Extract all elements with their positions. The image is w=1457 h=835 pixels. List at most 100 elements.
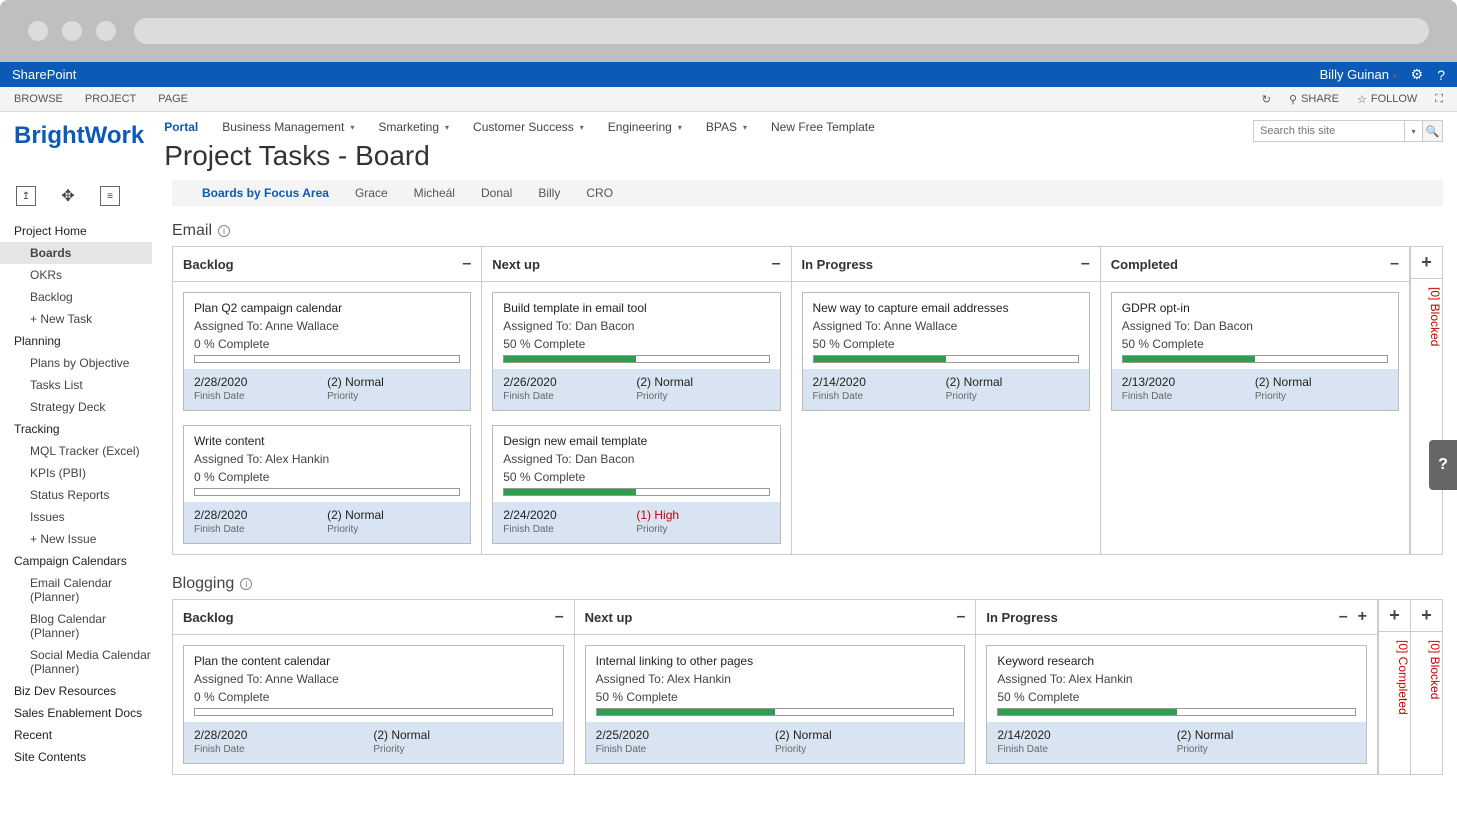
board-tab[interactable]: Boards by Focus Area (202, 186, 329, 200)
collapse-icon[interactable]: – (1390, 255, 1399, 273)
board-tab[interactable]: Micheál (414, 186, 455, 200)
task-card[interactable]: Keyword researchAssigned To: Alex Hankin… (986, 645, 1367, 764)
search-button[interactable]: 🔍 (1422, 121, 1442, 141)
upload-icon[interactable]: ↥ (16, 186, 36, 206)
sync-icon[interactable]: ↻ (1262, 93, 1271, 106)
header: BrightWork Portal Business Management▾ Sma… (0, 112, 1457, 180)
nav-item[interactable]: New Free Template (771, 120, 875, 134)
sidebar-group[interactable]: Biz Dev Resources (14, 680, 152, 702)
sidebar-item[interactable]: Backlog (14, 286, 152, 308)
ribbon-tab-browse[interactable]: BROWSE (14, 87, 63, 111)
info-icon[interactable]: i (218, 225, 230, 237)
help-side-tab[interactable]: ? (1429, 440, 1457, 490)
doc-icon[interactable]: ≡ (100, 186, 120, 206)
search-scope-dropdown[interactable]: ▾ (1404, 121, 1422, 141)
ribbon-tab-project[interactable]: PROJECT (85, 87, 136, 111)
task-card[interactable]: Write contentAssigned To: Alex Hankin0 %… (183, 425, 471, 544)
board-tab[interactable]: CRO (586, 186, 613, 200)
task-card[interactable]: Build template in email toolAssigned To:… (492, 292, 780, 411)
sidebar-group[interactable]: Project Home (14, 220, 152, 242)
board-column: Next up – Build template in email toolAssi… (482, 247, 791, 554)
window-dot[interactable] (28, 21, 48, 41)
sharepoint-brand[interactable]: SharePoint (12, 67, 76, 82)
sidebar-item[interactable]: Strategy Deck (14, 396, 152, 418)
sidebar-item[interactable]: + New Task (14, 308, 152, 330)
sidebar-group[interactable]: Sales Enablement Docs (14, 702, 152, 724)
add-icon[interactable]: + (1411, 600, 1442, 632)
sidebar-group[interactable]: Planning (14, 330, 152, 352)
collapse-icon[interactable]: – (555, 608, 564, 626)
collapse-icon[interactable]: – (1339, 608, 1348, 626)
share-button[interactable]: ⚲ SHARE (1289, 93, 1339, 106)
help-icon[interactable]: ? (1437, 67, 1445, 83)
card-priority-label: Priority (373, 744, 552, 755)
card-priority-label: Priority (946, 391, 1079, 402)
task-card[interactable]: GDPR opt-inAssigned To: Dan Bacon50 % Co… (1111, 292, 1399, 411)
sidebar-item[interactable]: + New Issue (14, 528, 152, 550)
card-date-label: Finish Date (503, 391, 636, 402)
gear-icon[interactable]: ⚙ (1411, 66, 1424, 83)
window-dot[interactable] (96, 21, 116, 41)
sidebar-item[interactable]: Tasks List (14, 374, 152, 396)
move-icon[interactable]: ✥ (58, 186, 78, 206)
collapsed-column-label[interactable]: [0] Completed (1379, 632, 1410, 774)
collapse-icon[interactable]: – (956, 608, 965, 626)
nav-item[interactable]: Portal (164, 120, 198, 134)
nav-item[interactable]: Engineering▾ (608, 120, 682, 134)
sidebar-item[interactable]: MQL Tracker (Excel) (14, 440, 152, 462)
card-title: Plan Q2 campaign calendar (194, 301, 460, 315)
sidebar-item[interactable]: Social Media Calendar (Planner) (14, 644, 152, 680)
nav-item[interactable]: Customer Success▾ (473, 120, 584, 134)
add-icon[interactable]: + (1358, 608, 1367, 626)
collapsed-column-label[interactable]: [0] Blocked (1411, 632, 1442, 774)
fullscreen-icon[interactable]: ⛶ (1435, 93, 1443, 106)
board-tab[interactable]: Grace (355, 186, 388, 200)
collapse-icon[interactable]: – (1081, 255, 1090, 273)
nav-item[interactable]: Smarketing▾ (378, 120, 449, 134)
board-column: In Progress–New way to capture email add… (792, 247, 1101, 554)
task-card[interactable]: Internal linking to other pagesAssigned … (585, 645, 966, 764)
card-assignee: Assigned To: Anne Wallace (194, 672, 553, 686)
card-priority: (2) Normal (327, 508, 460, 522)
add-icon[interactable]: + (1379, 600, 1410, 632)
collapse-icon[interactable]: – (462, 255, 471, 273)
sidebar-item[interactable]: OKRs (14, 264, 152, 286)
sidebar-group[interactable]: Site Contents (14, 746, 152, 768)
sidebar-group[interactable]: Campaign Calendars (14, 550, 152, 572)
search-input[interactable] (1254, 121, 1404, 141)
window-dot[interactable] (62, 21, 82, 41)
ribbon-tab-page[interactable]: PAGE (158, 87, 188, 111)
sidebar-item[interactable]: Boards (0, 242, 152, 264)
url-bar[interactable] (134, 18, 1429, 44)
column-title: Next up (492, 257, 540, 272)
user-menu[interactable]: Billy Guinan ▾ (1320, 67, 1397, 82)
brightwork-logo[interactable]: BrightWork (14, 120, 144, 150)
sidebar-item[interactable]: Email Calendar (Planner) (14, 572, 152, 608)
task-card[interactable]: Plan the content calendarAssigned To: An… (183, 645, 564, 764)
sidebar-item[interactable]: KPIs (PBI) (14, 462, 152, 484)
follow-button[interactable]: ☆ FOLLOW (1357, 93, 1417, 106)
sidebar-item[interactable]: Status Reports (14, 484, 152, 506)
sidebar-group[interactable]: Recent (14, 724, 152, 746)
sidebar-item[interactable]: Plans by Objective (14, 352, 152, 374)
collapse-icon[interactable]: – (772, 255, 781, 273)
collapsed-column[interactable]: +[0] Blocked (1410, 247, 1442, 554)
board-tab[interactable]: Donal (481, 186, 512, 200)
nav-item[interactable]: Business Management▾ (222, 120, 354, 134)
collapsed-column-label[interactable]: [0] Blocked (1411, 279, 1442, 554)
add-icon[interactable]: + (1411, 247, 1442, 279)
board-tab[interactable]: Billy (538, 186, 560, 200)
sidebar-item[interactable]: Blog Calendar (Planner) (14, 608, 152, 644)
sharepoint-bar: SharePoint Billy Guinan ▾ ⚙ ? (0, 62, 1457, 87)
card-date: 2/28/2020 (194, 375, 327, 389)
board: Backlog–Plan the content calendarAssigne… (172, 599, 1443, 775)
sidebar-group[interactable]: Tracking (14, 418, 152, 440)
sidebar-item[interactable]: Issues (14, 506, 152, 528)
task-card[interactable]: Plan Q2 campaign calendarAssigned To: An… (183, 292, 471, 411)
nav-item[interactable]: BPAS▾ (706, 120, 747, 134)
collapsed-column[interactable]: +[0] Completed (1378, 600, 1410, 774)
info-icon[interactable]: i (240, 578, 252, 590)
task-card[interactable]: New way to capture email addressesAssign… (802, 292, 1090, 411)
task-card[interactable]: Design new email templateAssigned To: Da… (492, 425, 780, 544)
collapsed-column[interactable]: +[0] Blocked (1410, 600, 1442, 774)
